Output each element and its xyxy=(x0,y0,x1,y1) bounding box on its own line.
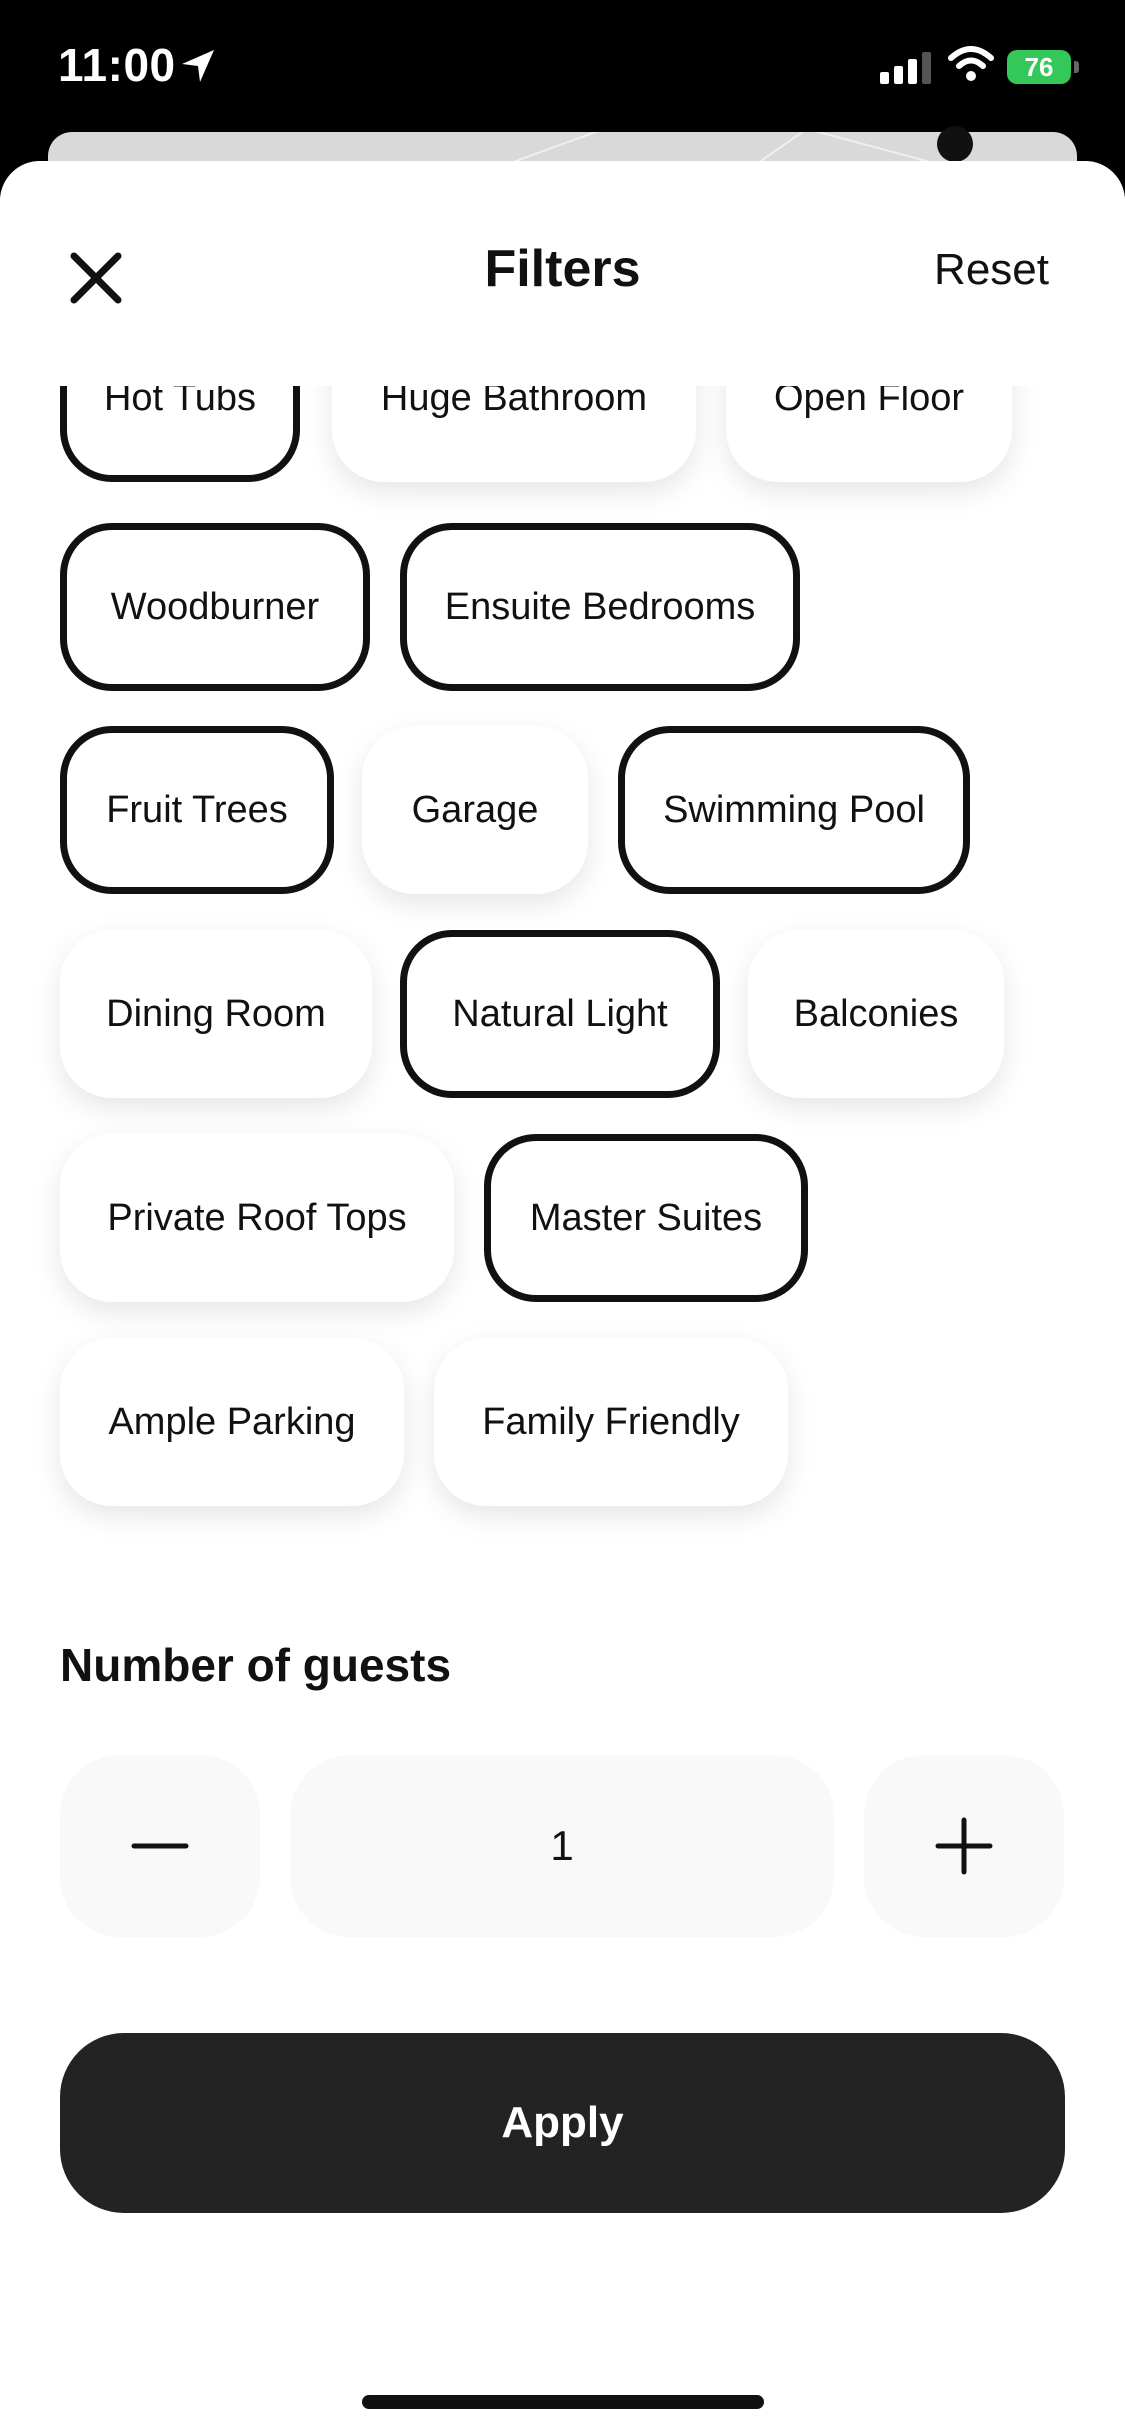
tag-ample-parking[interactable]: Ample Parking xyxy=(60,1338,404,1506)
increase-guests-button[interactable] xyxy=(864,1755,1064,1937)
apply-button[interactable]: Apply xyxy=(60,2033,1065,2213)
tag-woodburner[interactable]: Woodburner xyxy=(60,523,370,691)
tag-ensuite-bedrooms[interactable]: Ensuite Bedrooms xyxy=(400,523,800,691)
tag-family-friendly[interactable]: Family Friendly xyxy=(434,1338,788,1506)
decrease-guests-button[interactable] xyxy=(60,1755,260,1937)
tag-master-suites[interactable]: Master Suites xyxy=(484,1134,808,1302)
plus-icon xyxy=(935,1817,993,1875)
tag-natural-light[interactable]: Natural Light xyxy=(400,930,720,1098)
status-time: 11:00 xyxy=(58,39,176,91)
home-indicator xyxy=(362,2395,764,2409)
tag-garage[interactable]: Garage xyxy=(362,726,588,894)
tag-balconies[interactable]: Balconies xyxy=(748,930,1004,1098)
status-bar: 11:00 76 xyxy=(0,0,1125,135)
guests-section-title: Number of guests xyxy=(60,1639,452,1691)
guests-count: 1 xyxy=(290,1755,834,1937)
battery-icon: 76 xyxy=(1007,50,1079,84)
tag-private-roof-tops[interactable]: Private Roof Tops xyxy=(60,1134,454,1302)
reset-button[interactable]: Reset xyxy=(934,245,1049,295)
tag-dining-room[interactable]: Dining Room xyxy=(60,930,372,1098)
filters-sheet: Filters Reset Hot Tubs Huge Bathroom Ope… xyxy=(0,161,1125,2436)
minus-icon xyxy=(131,1843,189,1849)
tag-swimming-pool[interactable]: Swimming Pool xyxy=(618,726,970,894)
wifi-icon xyxy=(948,46,994,87)
tag-fruit-trees[interactable]: Fruit Trees xyxy=(60,726,334,894)
location-arrow-icon xyxy=(180,48,216,89)
map-marker-icon xyxy=(937,126,973,162)
cellular-signal-icon xyxy=(880,52,934,89)
sheet-header: Filters Reset xyxy=(0,161,1125,386)
